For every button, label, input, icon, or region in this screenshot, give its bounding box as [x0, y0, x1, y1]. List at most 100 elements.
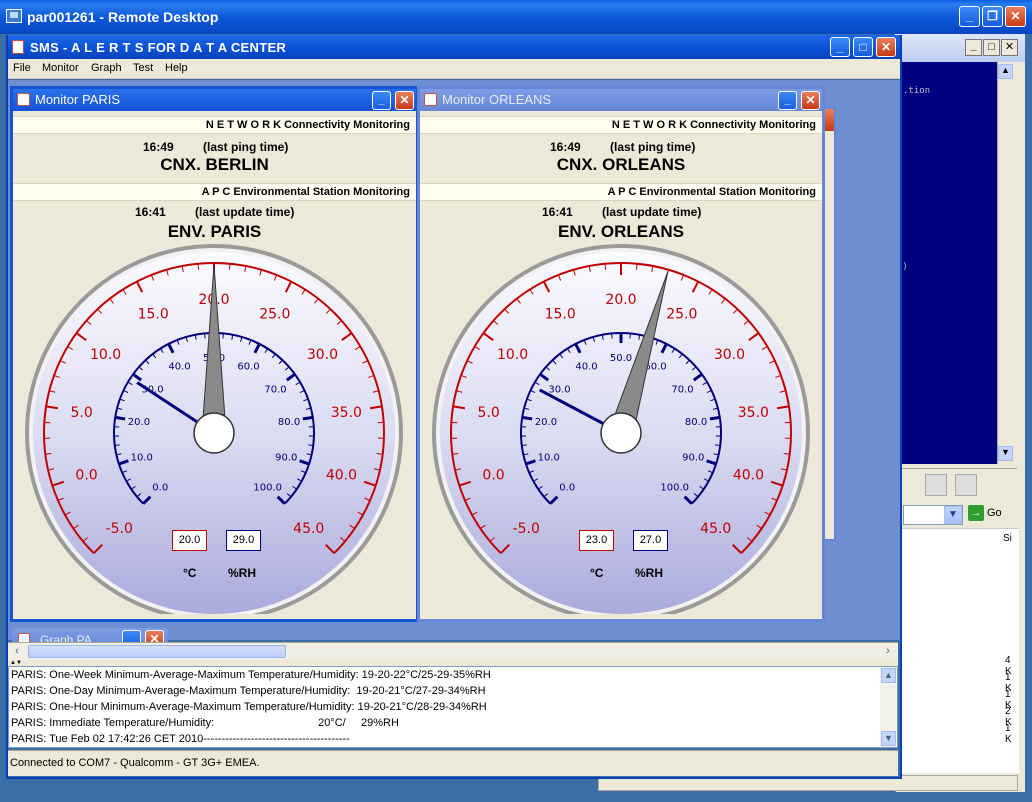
ping-time: 16:49: [143, 140, 174, 154]
sms-minimize-button[interactable]: _: [830, 37, 850, 57]
remote-desktop-icon: [6, 9, 22, 23]
monitor-orleans-titlebar[interactable]: Monitor ORLEANS _ ✕: [420, 89, 822, 111]
log-vertical-scrollbar[interactable]: ▲ ▼: [880, 667, 897, 747]
temperature-tick: [197, 263, 200, 270]
scroll-left-icon[interactable]: ‹: [9, 644, 25, 659]
needle-hub: [600, 412, 642, 454]
go-button[interactable]: → Go: [968, 505, 1014, 525]
monitor-paris-frame: Monitor PARIS _ ✕ N E T W O R K Connecti…: [10, 86, 419, 622]
status-bar: Connected to COM7 - Qualcomm - GT 3G+ EM…: [8, 750, 898, 776]
log-panel: PARIS: One-Week Minimum-Average-Maximum …: [8, 666, 898, 748]
humidity-tick: [302, 415, 314, 421]
scroll-down-icon[interactable]: ▼: [998, 446, 1013, 461]
sms-titlebar[interactable]: SMS - A L E R T S FOR D A T A CENTER _ □…: [8, 35, 900, 59]
network-band: N E T W O R K Connectivity Monitoring: [13, 116, 416, 134]
ping-time: 16:49: [550, 140, 581, 154]
humidity-tick-label: 10.0: [538, 452, 560, 463]
update-caption: (last update time): [602, 205, 702, 219]
remote-close-button[interactable]: ✕: [1005, 6, 1026, 27]
log-line: PARIS: Tue Feb 02 17:42:26 CET 2010-----…: [11, 733, 350, 745]
log-line: PARIS: Immediate Temperature/Humidity: 2…: [11, 717, 399, 729]
update-time: 16:41: [542, 205, 573, 219]
background-minimize-button[interactable]: _: [965, 39, 982, 56]
log-line: PARIS: One-Day Minimum-Average-Maximum T…: [11, 685, 486, 697]
humidity-tick-label: 70.0: [671, 384, 693, 395]
scroll-up-icon[interactable]: ▲: [881, 668, 896, 683]
humidity-tick-label: 80.0: [685, 417, 707, 428]
temperature-unit: °C: [590, 566, 604, 580]
temperature-tick-label: -5.0: [513, 521, 540, 537]
log-line: PARIS: One-Week Minimum-Average-Maximum …: [11, 669, 491, 681]
temperature-tick: [228, 263, 231, 270]
log-line: PARIS: One-Hour Minimum-Average-Maximum …: [11, 701, 487, 713]
frame-title: Monitor ORLEANS: [442, 92, 552, 107]
background-close-button[interactable]: ✕: [1001, 39, 1018, 56]
humidity-tick-label: 80.0: [278, 417, 300, 428]
scroll-thumb[interactable]: [28, 645, 286, 658]
temperature-tick-label: 45.0: [293, 521, 324, 537]
chevron-down-icon[interactable]: ▼: [944, 506, 962, 524]
background-maximize-button[interactable]: □: [983, 39, 1000, 56]
frame-minimize-button[interactable]: _: [778, 91, 797, 110]
remote-desktop-title: par001261 - Remote Desktop: [27, 9, 219, 25]
java-icon: [17, 93, 30, 106]
temperature-tick-label: 25.0: [666, 307, 697, 323]
humidity-tick-label: 90.0: [682, 452, 704, 463]
apc-band: A P C Environmental Station Monitoring: [13, 183, 416, 201]
frame-title: Monitor PARIS: [35, 92, 121, 107]
env-label: ENV. PARIS: [167, 222, 262, 241]
scroll-right-icon[interactable]: ›: [880, 644, 896, 659]
temperature-tick-label: 5.0: [71, 405, 93, 421]
status-text: Connected to COM7 - Qualcomm - GT 3G+ EM…: [10, 757, 260, 769]
background-scrollbar[interactable]: ▲ ▼: [997, 62, 1013, 464]
environment-gauge: -5.0 0.0 5.0 10.0 15.0 20.0 25.0 30.0 35.0 40.0 45…: [25, 244, 403, 614]
menu-test[interactable]: Test: [133, 62, 153, 74]
scroll-up-icon[interactable]: ▲: [998, 64, 1013, 79]
background-file-list: Si 4 K 1 K 1 K 2 K 1 K: [897, 528, 1019, 773]
background-window-titlebar: _ □ ✕: [895, 34, 1025, 62]
humidity-tick-label: 10.0: [131, 452, 153, 463]
menu-monitor[interactable]: Monitor: [42, 62, 79, 74]
temperature-tick-label: 20.0: [605, 292, 636, 308]
network-band: N E T W O R K Connectivity Monitoring: [420, 116, 822, 134]
humidity-unit: %RH: [635, 566, 664, 580]
temperature-tick-label: 30.0: [307, 347, 338, 363]
needle-hub: [193, 412, 235, 454]
menu-graph[interactable]: Graph: [91, 62, 122, 74]
humidity-tick-label: 100.0: [660, 483, 689, 494]
humidity-value: 27.0: [633, 530, 668, 551]
temperature-tick-label: 40.0: [326, 467, 357, 483]
humidity-value: 29.0: [226, 530, 261, 551]
menu-file[interactable]: File: [13, 62, 31, 74]
temperature-tick-label: 35.0: [331, 405, 362, 421]
desktop-horizontal-scrollbar[interactable]: ‹ ›: [8, 642, 898, 660]
remote-desktop-titlebar[interactable]: par001261 - Remote Desktop _ ❐ ✕: [0, 0, 1032, 34]
remote-restore-button[interactable]: ❐: [982, 6, 1003, 27]
ping-caption: (last ping time): [203, 140, 289, 154]
scroll-down-icon[interactable]: ▼: [881, 731, 896, 746]
temperature-tick-label: 10.0: [90, 347, 121, 363]
java-icon: [424, 93, 437, 106]
frame-minimize-button[interactable]: _: [372, 91, 391, 110]
temperature-tick-label: 10.0: [497, 347, 528, 363]
folder-icon[interactable]: [925, 474, 947, 496]
sms-close-button[interactable]: ✕: [876, 37, 896, 57]
column-header-size[interactable]: Si: [1003, 533, 1012, 544]
frame-close-button[interactable]: ✕: [395, 91, 414, 110]
remote-minimize-button[interactable]: _: [959, 6, 980, 27]
temperature-tick-label: 0.0: [482, 467, 504, 483]
humidity-tick: [715, 444, 721, 447]
temperature-value: 23.0: [579, 530, 614, 551]
humidity-tick: [521, 415, 533, 421]
console-text: .tion: [903, 86, 931, 96]
humidity-tick-label: 40.0: [168, 361, 190, 372]
temperature-tick-label: 0.0: [75, 467, 97, 483]
sms-maximize-button[interactable]: □: [853, 37, 873, 57]
menu-help[interactable]: Help: [165, 62, 188, 74]
folder-icon[interactable]: [955, 474, 977, 496]
list-item[interactable]: 1 K: [1005, 723, 1019, 745]
monitor-paris-titlebar[interactable]: Monitor PARIS _ ✕: [13, 89, 416, 111]
frame-close-button[interactable]: ✕: [801, 91, 820, 110]
humidity-tick: [114, 415, 126, 421]
temperature-unit: °C: [183, 566, 197, 580]
